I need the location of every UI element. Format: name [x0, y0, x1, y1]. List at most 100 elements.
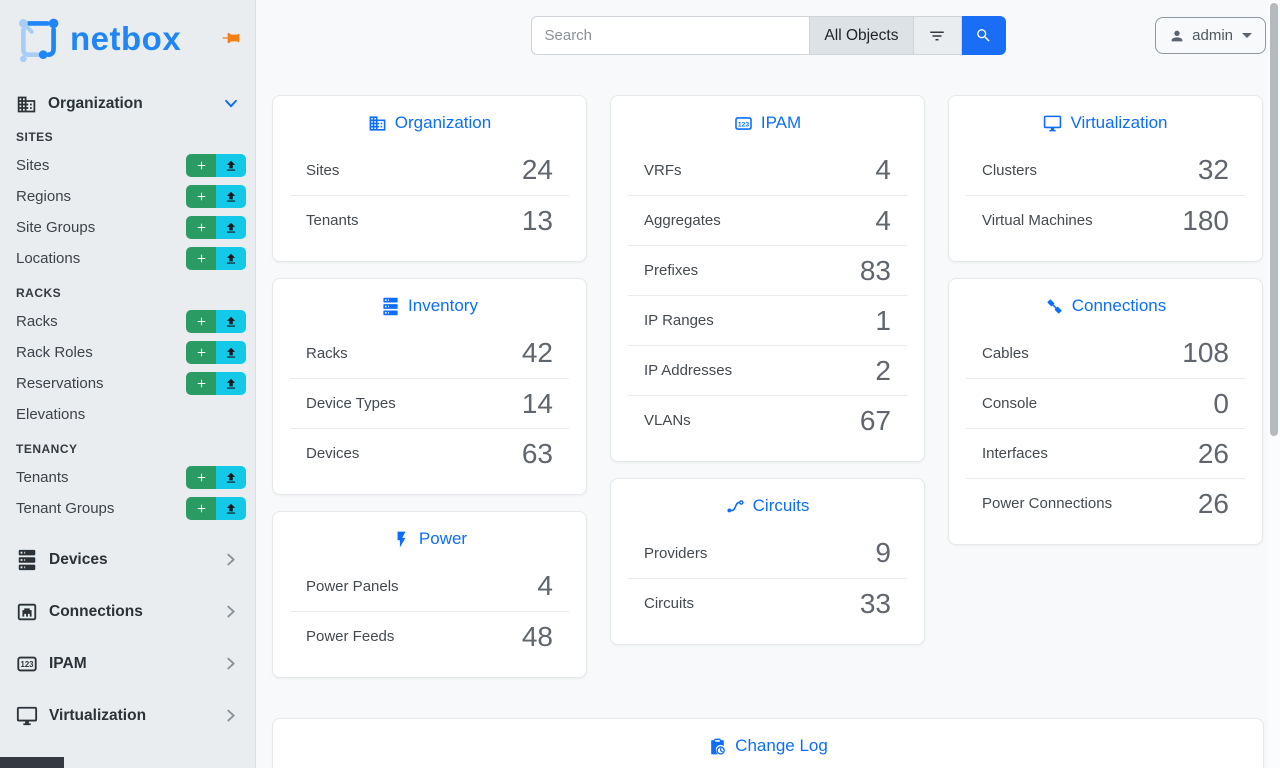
add-button[interactable] — [186, 247, 216, 270]
import-button[interactable] — [216, 466, 246, 489]
stat-label[interactable]: Sites — [306, 162, 339, 179]
sidebar-link[interactable]: Regions — [16, 188, 71, 205]
stat-value[interactable]: 63 — [522, 438, 553, 470]
stat-value[interactable]: 108 — [1182, 337, 1229, 369]
add-button[interactable] — [186, 372, 216, 395]
add-button[interactable] — [186, 466, 216, 489]
stat-value[interactable]: 0 — [1213, 388, 1229, 420]
import-button[interactable] — [216, 341, 246, 364]
stat-label[interactable]: Racks — [306, 345, 348, 362]
stat-value[interactable]: 1 — [875, 305, 891, 337]
sidebar-menu-virtualization[interactable]: Virtualization — [0, 690, 255, 742]
stat-value[interactable]: 2 — [875, 355, 891, 387]
stat-value[interactable]: 24 — [522, 154, 553, 186]
import-button[interactable] — [216, 185, 246, 208]
card-title-text: Organization — [395, 113, 491, 133]
stat-value[interactable]: 42 — [522, 337, 553, 369]
stat-label[interactable]: VLANs — [644, 412, 691, 429]
import-button[interactable] — [216, 216, 246, 239]
add-button[interactable] — [186, 310, 216, 333]
add-button[interactable] — [186, 185, 216, 208]
page-scrollbar[interactable] — [1268, 0, 1280, 768]
netbox-logo[interactable]: netbox — [14, 13, 181, 63]
stat-value[interactable]: 4 — [875, 205, 891, 237]
search-input[interactable] — [531, 16, 810, 55]
sidebar-link[interactable]: Site Groups — [16, 219, 95, 236]
sidebar-link[interactable]: Sites — [16, 157, 49, 174]
stat-label[interactable]: IP Ranges — [644, 312, 714, 329]
stat-label[interactable]: Interfaces — [982, 445, 1048, 462]
stat-value[interactable]: 14 — [522, 388, 553, 420]
sidebar: netbox Organization SITES Sites Regions — [0, 0, 256, 768]
stat-label[interactable]: Circuits — [644, 595, 694, 612]
card-inventory: Inventory Racks 42 Device Types 14 Devic… — [272, 278, 587, 495]
stat-value[interactable]: 83 — [860, 255, 891, 287]
sidebar-menu-ipam[interactable]: IPAM — [0, 638, 255, 690]
stat-label[interactable]: Aggregates — [644, 212, 721, 229]
sidebar-link[interactable]: Reservations — [16, 375, 104, 392]
sidebar-link[interactable]: Elevations — [16, 406, 85, 423]
stat-value[interactable]: 4 — [875, 154, 891, 186]
add-button[interactable] — [186, 216, 216, 239]
stat-label[interactable]: Devices — [306, 445, 359, 462]
stat-row: Tenants 13 — [290, 195, 569, 245]
card-title-link[interactable]: Virtualization — [949, 96, 1262, 145]
sidebar-item-reservations: Reservations — [0, 368, 255, 399]
filter-button[interactable] — [913, 16, 962, 55]
sidebar-link[interactable]: Rack Roles — [16, 344, 93, 361]
stat-value[interactable]: 13 — [522, 205, 553, 237]
stat-label[interactable]: IP Addresses — [644, 362, 732, 379]
import-button[interactable] — [216, 372, 246, 395]
stat-label[interactable]: Cables — [982, 345, 1029, 362]
stat-label[interactable]: Device Types — [306, 395, 396, 412]
import-button[interactable] — [216, 247, 246, 270]
stat-value[interactable]: 48 — [522, 621, 553, 653]
stat-label[interactable]: Prefixes — [644, 262, 698, 279]
stat-value[interactable]: 67 — [860, 405, 891, 437]
add-button[interactable] — [186, 341, 216, 364]
search-scope-dropdown[interactable]: All Objects — [809, 16, 912, 55]
sidebar-link[interactable]: Locations — [16, 250, 80, 267]
card-title-link[interactable]: Power — [273, 512, 586, 561]
stat-label[interactable]: VRFs — [644, 162, 682, 179]
sidebar-link[interactable]: Racks — [16, 313, 58, 330]
stat-label[interactable]: Providers — [644, 545, 707, 562]
stat-value[interactable]: 32 — [1198, 154, 1229, 186]
stat-label[interactable]: Console — [982, 395, 1037, 412]
stat-value[interactable]: 4 — [537, 570, 553, 602]
sidebar-menu-connections[interactable]: Connections — [0, 586, 255, 638]
card-title-link[interactable]: Organization — [273, 96, 586, 145]
sidebar-menu-organization[interactable]: Organization — [0, 90, 255, 118]
stat-value[interactable]: 26 — [1198, 488, 1229, 520]
card-title-text: Virtualization — [1070, 113, 1167, 133]
stat-label[interactable]: Power Panels — [306, 578, 399, 595]
stat-value[interactable]: 26 — [1198, 438, 1229, 470]
stat-value[interactable]: 33 — [860, 588, 891, 620]
stat-label[interactable]: Clusters — [982, 162, 1037, 179]
import-button[interactable] — [216, 310, 246, 333]
stat-label[interactable]: Power Feeds — [306, 628, 394, 645]
sidebar-menu-devices[interactable]: Devices — [0, 534, 255, 586]
stat-label[interactable]: Power Connections — [982, 495, 1112, 512]
card-title-link[interactable]: IPAM — [611, 96, 924, 145]
stat-label[interactable]: Virtual Machines — [982, 212, 1093, 229]
add-button[interactable] — [186, 154, 216, 177]
card-title-link[interactable]: Change Log — [273, 719, 1263, 768]
card-title-link[interactable]: Circuits — [611, 479, 924, 528]
search-button[interactable] — [962, 16, 1006, 55]
person-icon — [1169, 28, 1185, 44]
user-menu-button[interactable]: admin — [1155, 17, 1266, 54]
card-title-link[interactable]: Inventory — [273, 279, 586, 328]
card-virtualization: Virtualization Clusters 32 Virtual Machi… — [948, 95, 1263, 262]
sidebar-link[interactable]: Tenants — [16, 469, 69, 486]
sidebar-link[interactable]: Tenant Groups — [16, 500, 114, 517]
scrollbar-thumb[interactable] — [1270, 3, 1278, 436]
import-button[interactable] — [216, 497, 246, 520]
stat-value[interactable]: 180 — [1182, 205, 1229, 237]
import-button[interactable] — [216, 154, 246, 177]
stat-label[interactable]: Tenants — [306, 212, 359, 229]
card-title-link[interactable]: Connections — [949, 279, 1262, 328]
pin-sidebar-icon[interactable] — [221, 28, 241, 48]
stat-value[interactable]: 9 — [875, 537, 891, 569]
add-button[interactable] — [186, 497, 216, 520]
